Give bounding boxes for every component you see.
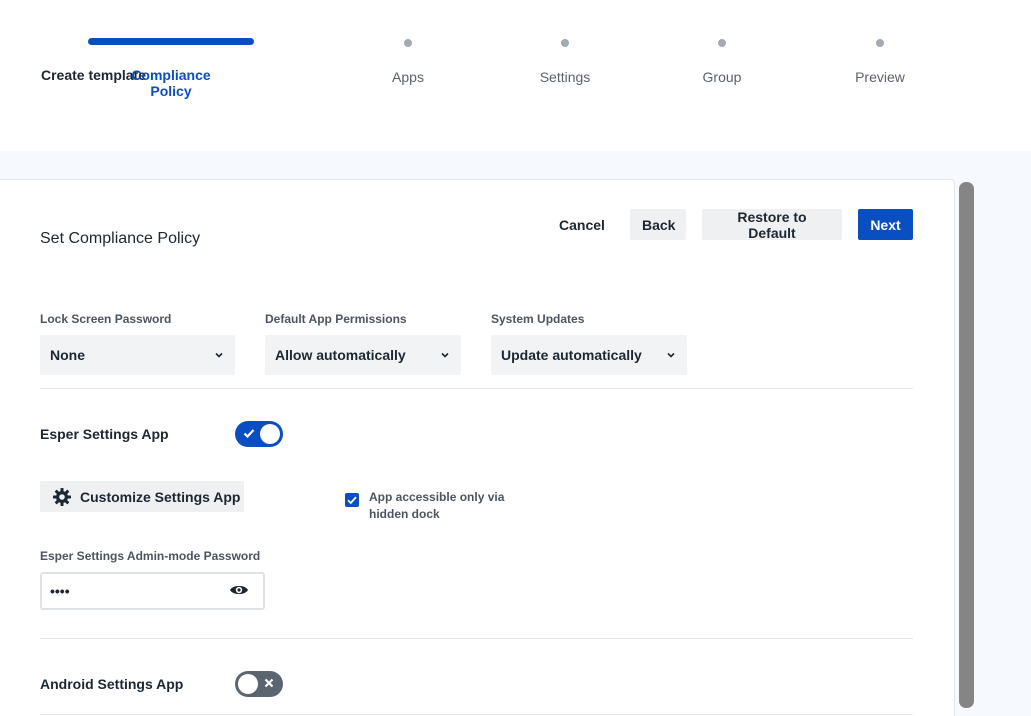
step-label: Settings — [539, 69, 591, 85]
step-dot — [718, 39, 726, 47]
step-group[interactable]: Group — [682, 30, 762, 85]
back-button[interactable]: Back — [630, 209, 686, 240]
restore-default-button[interactable]: Restore to Default — [702, 209, 842, 241]
divider — [40, 388, 913, 389]
android-settings-label: Android Settings App — [40, 676, 184, 692]
page-title: Set Compliance Policy — [40, 230, 201, 247]
select-value: Update automatically — [501, 347, 642, 363]
divider — [40, 638, 913, 639]
step-dot — [404, 39, 412, 47]
hidden-dock-checkbox[interactable] — [345, 493, 359, 507]
scrollbar[interactable] — [959, 182, 974, 708]
app-permissions-select[interactable]: Allow automatically — [265, 335, 461, 375]
active-step-bar — [88, 38, 254, 45]
gear-icon — [53, 487, 71, 506]
compliance-policy-card — [0, 179, 955, 716]
progress-stepper: Create template Compliance Policy Apps S… — [0, 0, 1031, 151]
checkmark-icon — [243, 429, 255, 439]
system-updates-label: System Updates — [491, 312, 585, 326]
toggle-knob — [238, 674, 258, 694]
app-permissions-label: Default App Permissions — [265, 312, 407, 326]
cancel-button[interactable]: Cancel — [547, 209, 617, 240]
lock-screen-label: Lock Screen Password — [40, 312, 172, 326]
step-dot — [876, 39, 884, 47]
chevron-down-icon — [667, 352, 675, 358]
hidden-dock-label: App accessible only via hidden dock — [369, 490, 505, 521]
step-compliance-policy[interactable]: Compliance Policy — [88, 30, 254, 99]
password-value: •••• — [50, 583, 70, 599]
android-settings-toggle[interactable] — [235, 671, 283, 697]
step-label: Group — [702, 69, 742, 85]
next-button[interactable]: Next — [858, 209, 913, 240]
lock-screen-select[interactable]: None — [40, 335, 235, 375]
select-value: Allow automatically — [275, 347, 406, 363]
step-label: Apps — [392, 69, 424, 85]
step-preview[interactable]: Preview — [840, 30, 920, 85]
toggle-knob — [260, 424, 280, 444]
checkmark-icon — [347, 496, 357, 505]
chevron-down-icon — [441, 352, 449, 358]
chevron-down-icon — [215, 352, 223, 358]
customize-button-label: Customize Settings App — [80, 488, 241, 505]
step-apps[interactable]: Apps — [368, 30, 448, 85]
close-icon — [264, 678, 274, 688]
esper-settings-toggle[interactable] — [235, 421, 283, 447]
step-label: Preview — [855, 69, 905, 85]
eye-icon[interactable] — [229, 583, 249, 597]
step-settings[interactable]: Settings — [525, 30, 605, 85]
divider — [40, 714, 913, 715]
step-dot — [561, 39, 569, 47]
esper-settings-label: Esper Settings App — [40, 426, 169, 442]
customize-settings-app-button[interactable]: Customize Settings App — [40, 481, 244, 512]
system-updates-select[interactable]: Update automatically — [491, 335, 687, 375]
step-label: Compliance Policy — [131, 67, 211, 99]
admin-password-label: Esper Settings Admin-mode Password — [40, 549, 261, 563]
select-value: None — [50, 347, 85, 363]
